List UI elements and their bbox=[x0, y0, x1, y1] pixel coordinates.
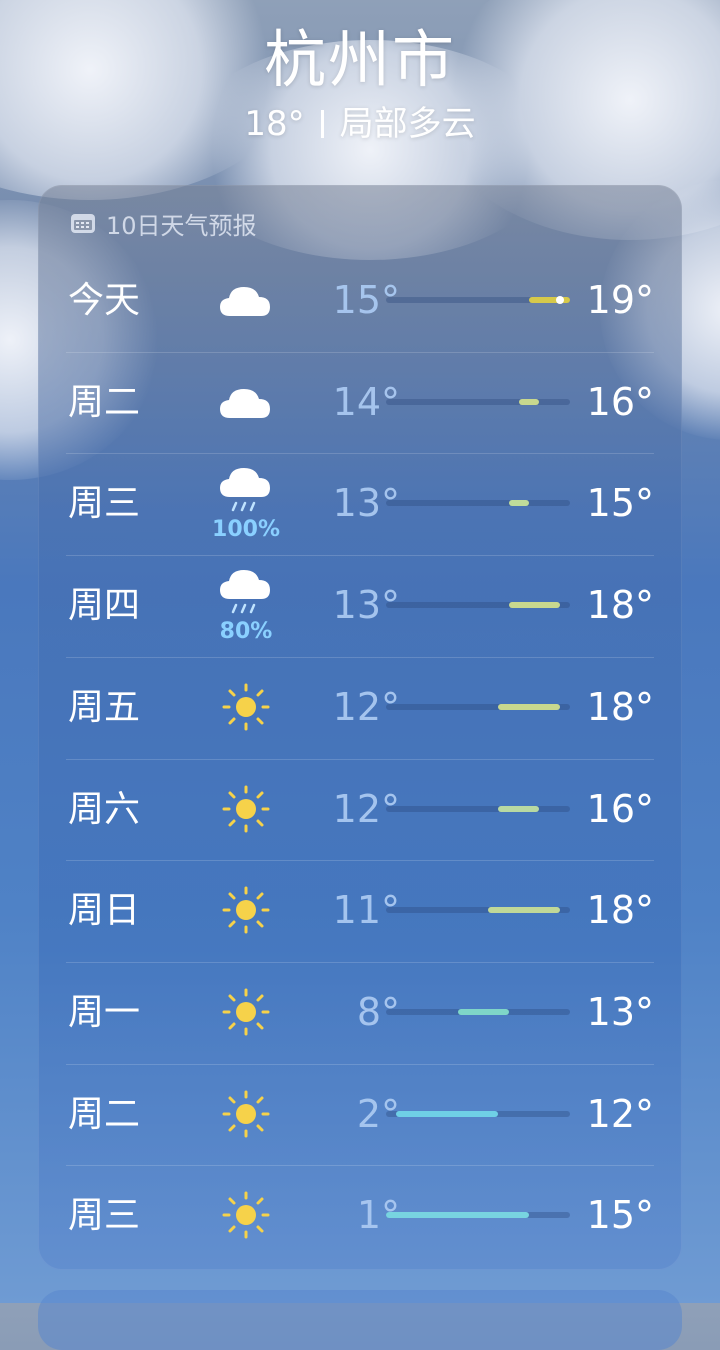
day-label: 周二 bbox=[68, 1093, 141, 1135]
sun-icon bbox=[196, 1190, 296, 1250]
low-temperature: 8° bbox=[356, 989, 400, 1034]
next-panel bbox=[38, 1290, 682, 1350]
high-temperature: 18° bbox=[586, 888, 654, 933]
day-label: 周六 bbox=[68, 788, 141, 830]
day-label: 周一 bbox=[68, 991, 141, 1033]
high-temperature: 18° bbox=[586, 684, 654, 729]
current-temperature: 18° bbox=[244, 104, 305, 144]
ten-day-forecast-panel[interactable]: 10日天气预报 今天 15° 19° 周二 14° 16° 周三 100% 13° 15° 周四 80… bbox=[38, 185, 682, 1270]
weather-icon-container bbox=[196, 1165, 296, 1266]
high-temperature: 12° bbox=[586, 1091, 654, 1136]
temperature-range-fill bbox=[508, 602, 560, 609]
temperature-range-bar bbox=[386, 398, 570, 405]
temperature-range-fill bbox=[518, 398, 540, 405]
sun-icon bbox=[196, 987, 296, 1047]
high-temperature: 13° bbox=[586, 989, 654, 1034]
high-temperature: 18° bbox=[586, 583, 654, 628]
day-label: 周五 bbox=[68, 686, 141, 728]
temperature-range-fill bbox=[457, 1008, 509, 1015]
temperature-range-fill bbox=[488, 907, 560, 914]
temperature-range-fill bbox=[396, 1110, 499, 1117]
forecast-row[interactable]: 周日 11° 18° bbox=[66, 860, 654, 961]
temperature-range-fill bbox=[508, 500, 530, 507]
temperature-range-bar bbox=[386, 1110, 570, 1117]
day-label: 今天 bbox=[68, 280, 141, 321]
low-temperature: 11° bbox=[332, 888, 400, 933]
cloud-icon bbox=[196, 382, 296, 442]
low-temperature: 2° bbox=[356, 1091, 400, 1136]
weather-icon-container bbox=[196, 962, 296, 1063]
weather-icon-container bbox=[196, 250, 296, 351]
forecast-row[interactable]: 周三 100% 13° 15° bbox=[66, 453, 654, 554]
forecast-row[interactable]: 周一 8° 13° bbox=[66, 961, 654, 1063]
day-label: 周日 bbox=[68, 890, 141, 932]
temperature-range-bar bbox=[386, 500, 570, 507]
day-label: 周三 bbox=[68, 483, 141, 525]
sun-icon bbox=[196, 885, 296, 945]
condition-text: 局部多云 bbox=[339, 104, 476, 144]
low-temperature: 13° bbox=[332, 583, 400, 628]
cloud-icon bbox=[196, 280, 296, 340]
location-header: 杭州市 18° 局部多云 bbox=[0, 20, 720, 148]
forecast-row[interactable]: 周二 2° 12° bbox=[66, 1063, 654, 1165]
temperature-range-bar bbox=[386, 703, 570, 710]
precipitation-chance: 100% bbox=[212, 517, 280, 543]
day-label: 周三 bbox=[68, 1195, 141, 1237]
weather-icon-container bbox=[196, 1064, 296, 1165]
forecast-header: 10日天气预报 bbox=[70, 207, 257, 240]
day-label: 周四 bbox=[68, 585, 141, 627]
high-temperature: 16° bbox=[586, 379, 654, 424]
weather-icon-container bbox=[196, 860, 296, 961]
low-temperature: 12° bbox=[332, 786, 400, 831]
forecast-row[interactable]: 周二 14° 16° bbox=[66, 351, 654, 453]
forecast-row[interactable]: 周三 1° 15° bbox=[66, 1165, 654, 1266]
temperature-range-bar bbox=[386, 602, 570, 609]
forecast-row[interactable]: 周四 80% 13° 18° bbox=[66, 555, 654, 656]
temperature-range-bar bbox=[386, 1212, 570, 1219]
calendar-icon bbox=[71, 214, 95, 233]
forecast-row[interactable]: 今天 15° 19° bbox=[66, 250, 654, 351]
low-temperature: 12° bbox=[332, 684, 400, 729]
weather-icon-container: 80% bbox=[196, 555, 296, 656]
forecast-title: 10日天气预报 bbox=[106, 211, 257, 240]
cloud-rain-icon bbox=[196, 465, 296, 525]
temperature-range-bar bbox=[386, 296, 570, 304]
sun-icon bbox=[196, 682, 296, 742]
temperature-range-bar bbox=[386, 805, 570, 812]
high-temperature: 15° bbox=[586, 1193, 654, 1238]
temperature-range-fill bbox=[529, 297, 570, 303]
high-temperature: 16° bbox=[586, 786, 654, 831]
high-temperature: 15° bbox=[586, 481, 654, 526]
precipitation-chance: 80% bbox=[219, 619, 273, 645]
forecast-row[interactable]: 周六 12° 16° bbox=[66, 758, 654, 860]
weather-icon-container bbox=[196, 352, 296, 453]
forecast-row[interactable]: 周五 12° 18° bbox=[66, 656, 654, 758]
current-conditions: 18° 局部多云 bbox=[0, 100, 720, 148]
weather-icon-container bbox=[196, 657, 296, 758]
weather-icon-container bbox=[196, 759, 296, 860]
separator bbox=[320, 110, 324, 138]
weather-icon-container: 100% bbox=[196, 453, 296, 554]
temperature-range-fill bbox=[498, 805, 540, 812]
sun-icon bbox=[196, 784, 296, 844]
temperature-range-bar bbox=[386, 907, 570, 914]
temperature-range-bar bbox=[386, 1008, 570, 1015]
low-temperature: 1° bbox=[356, 1193, 400, 1238]
temperature-range-fill bbox=[386, 1212, 530, 1219]
low-temperature: 15° bbox=[332, 278, 400, 322]
sun-icon bbox=[196, 1089, 296, 1149]
cloud-rain-icon bbox=[196, 567, 296, 627]
high-temperature: 19° bbox=[586, 278, 654, 322]
city-name: 杭州市 bbox=[263, 23, 456, 96]
day-label: 周二 bbox=[68, 381, 141, 423]
low-temperature: 13° bbox=[332, 481, 400, 526]
current-temperature-marker bbox=[555, 296, 564, 304]
low-temperature: 14° bbox=[332, 379, 400, 424]
temperature-range-fill bbox=[498, 703, 560, 710]
